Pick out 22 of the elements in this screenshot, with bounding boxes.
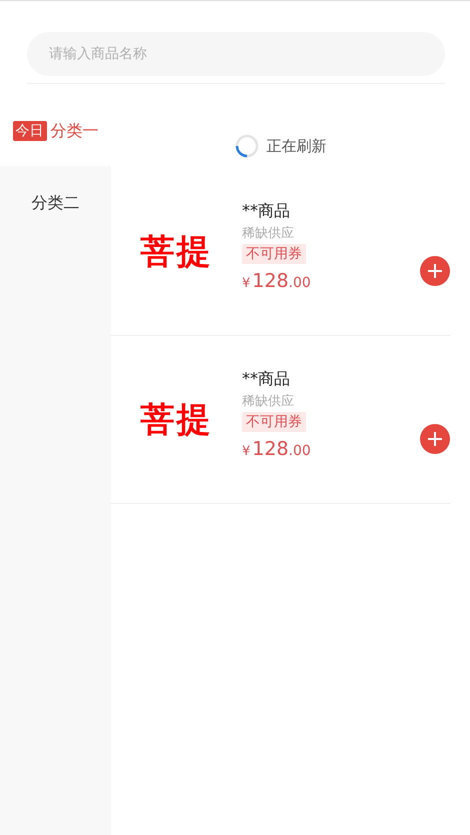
- search-field[interactable]: 请输入商品名称: [27, 32, 445, 76]
- product-image-text: 菩提: [140, 230, 212, 274]
- today-badge: 今日: [12, 121, 46, 141]
- add-button[interactable]: [420, 256, 450, 286]
- plus-icon: [427, 263, 443, 279]
- coupon-tag: 不可用券: [242, 412, 306, 432]
- product-price: ¥128.00: [242, 270, 311, 292]
- product-subtitle: 稀缺供应: [242, 225, 294, 242]
- product-subtitle: 稀缺供应: [242, 393, 294, 410]
- coupon-tag: 不可用券: [242, 244, 306, 264]
- category-item[interactable]: 分类二: [0, 166, 111, 240]
- product-image-text: 菩提: [140, 398, 212, 442]
- product-name: **商品: [242, 369, 290, 390]
- add-button[interactable]: [420, 424, 450, 454]
- refresh-status: 正在刷新: [266, 136, 326, 156]
- category-label: 分类二: [32, 192, 80, 214]
- loading-spinner-icon: [234, 134, 258, 158]
- category-item[interactable]: 今日 分类一: [0, 96, 111, 166]
- product-price: ¥128.00: [242, 438, 311, 460]
- plus-icon: [427, 431, 443, 447]
- product-name: **商品: [242, 201, 290, 222]
- category-label: 分类一: [50, 120, 98, 142]
